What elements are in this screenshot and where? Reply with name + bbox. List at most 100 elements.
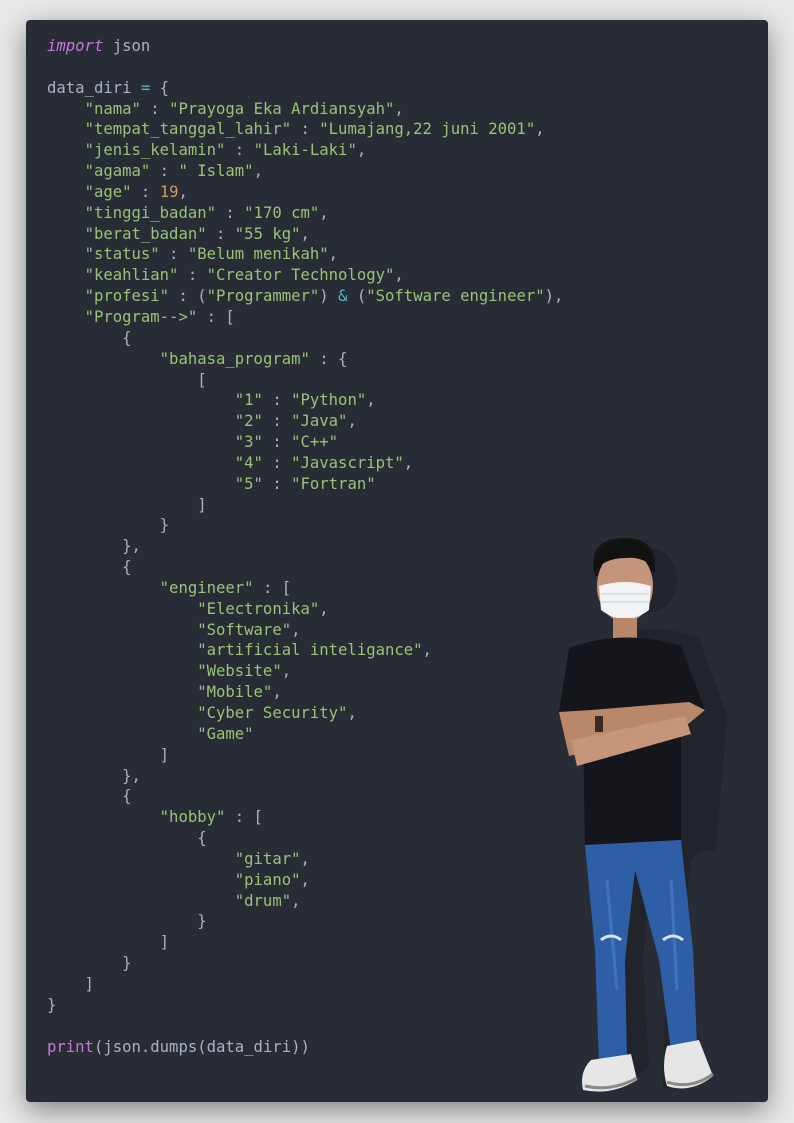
code-token: : [225,141,254,160]
code-token: , [300,849,310,868]
code-token: "Java" [291,412,348,431]
code-token: "Software engineer" [366,287,545,306]
code-token: : [ [225,808,263,827]
code-line: "Mobile", [47,682,563,703]
code-line: "Website", [47,661,563,682]
code-token: { [47,328,132,347]
code-token: : [206,224,235,243]
code-token: "agama" [84,162,151,181]
code-token: "3" [234,433,263,452]
code-token: , [535,120,545,139]
code-line: "gitar", [47,849,563,870]
code-token: "Python" [291,391,367,410]
code-token: : [150,162,179,181]
code-token: print [47,1037,94,1056]
code-token: , [422,641,432,660]
code-line: "tempat_tanggal_lahir" : "Lumajang,22 ju… [47,119,563,140]
code-line: "piano", [47,870,563,891]
code-token: : [ [197,307,235,326]
code-token: : [262,412,292,431]
code-line: { [47,328,563,349]
code-token: , [253,162,263,181]
code-token: "tinggi_badan" [84,203,216,222]
code-token: "keahlian" [84,266,179,285]
code-token: "Software" [197,620,292,639]
code-line: } [47,995,563,1016]
code-line: "tinggi_badan" : "170 cm", [47,203,563,224]
code-token: " Islam" [178,162,254,181]
code-card: import json data_diri = { "nama" : "Pray… [26,20,768,1102]
code-token: , [291,891,301,910]
code-token: ] [47,974,94,993]
code-token: "bahasa_program" [159,349,310,368]
code-token: "1" [234,391,263,410]
code-token: "Mobile" [197,683,273,702]
code-token: 19 [159,182,179,201]
code-token: "jenis_kelamin" [84,141,226,160]
code-line: "keahlian" : "Creator Technology", [47,265,563,286]
code-token: import [47,37,104,55]
code-line: "Software", [47,620,563,641]
code-token: : [262,453,292,472]
code-token: "Belum menikah" [187,245,329,264]
code-line: }, [47,536,563,557]
code-line: ] [47,974,563,995]
code-line: "status" : "Belum menikah", [47,244,563,265]
code-token: "Program-->" [84,307,198,326]
code-token: : { [309,349,348,368]
code-token: : ( [169,287,207,306]
code-token: : [262,474,292,493]
code-token: "55 kg" [234,224,301,243]
code-token: : [131,182,160,201]
code-line: } [47,953,563,974]
code-token: , [356,141,367,160]
code-token: "profesi" [84,287,170,306]
code-token: { [47,558,132,577]
code-token: ] [47,495,207,514]
code-token: } [47,954,132,973]
code-line: ] [47,495,563,516]
code-token: "Prayoga Eka Ardiansyah" [169,99,395,118]
code-line: "nama" : "Prayoga Eka Ardiansyah", [47,99,563,120]
code-token: , [178,182,188,201]
code-line: "Cyber Security", [47,703,563,724]
code-token: , [366,391,376,410]
code-block: import json data_diri = { "nama" : "Pray… [47,36,563,1057]
code-token: { [47,829,207,848]
code-token: , [319,203,329,222]
code-token: "nama" [84,99,141,118]
code-token: "status" [84,245,160,264]
code-token: : [178,266,207,285]
code-token: [ [47,370,207,389]
code-line: "engineer" : [ [47,578,563,599]
code-token: , [394,266,404,285]
code-token: "2" [234,412,263,431]
code-token: } [47,516,170,535]
code-token: }, [47,537,141,556]
code-token: : [159,245,188,264]
code-line: "profesi" : ("Programmer") & ("Software … [47,286,564,307]
code-token: "Electronika" [197,599,320,618]
code-token: , [347,412,357,431]
code-line: "agama" : " Islam", [47,161,563,182]
code-token: : [262,433,292,452]
code-line: { [47,557,563,578]
person-photo [559,537,727,1092]
code-token: "Fortran" [291,474,376,493]
code-token: "Javascript" [291,453,404,472]
